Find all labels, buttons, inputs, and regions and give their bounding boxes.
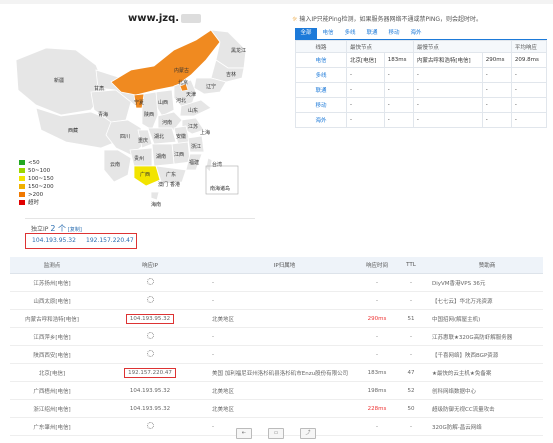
map-label-fujian: 福建 xyxy=(189,159,199,166)
legend-item: 50~100 xyxy=(19,167,54,175)
map-province-shaanxi[interactable] xyxy=(141,91,159,131)
map-label-qinghai: 青海 xyxy=(98,111,108,118)
top-strip xyxy=(0,0,553,4)
table-row: 北京[电信] 192.157.220.47 美国 加利福尼亚州洛杉矶县洛杉矶市E… xyxy=(10,363,543,382)
loading-icon xyxy=(146,422,154,429)
table-row: 陕西西安[电信] - - - 【千喜网络】陕西BGP资源 xyxy=(10,345,543,364)
info-icon: ☼ xyxy=(292,16,298,23)
map-label-neimenggu: 内蒙古 xyxy=(174,67,189,74)
tab-multiline[interactable]: 多线 xyxy=(339,28,361,39)
loading-icon xyxy=(146,296,154,303)
map-label-shanghai: 上海 xyxy=(200,129,210,136)
ip-link[interactable]: 192.157.220.47 xyxy=(86,237,134,244)
unique-ip-panel: 独立IP 2 个 [复制] 104.193.95.32 192.157.220.… xyxy=(25,218,255,249)
table-row: 江西萍乡[电信] - - - 江苏惠联★320G高防虾解服务器 xyxy=(10,327,543,346)
table-row: 山西太原[电信] - - - 【七七云】华北万兆资源 xyxy=(10,291,543,310)
table-row: 多线 -- -- - xyxy=(295,67,548,83)
sponsor-link[interactable]: 320G防解-昌云网络 xyxy=(426,417,543,436)
map-label-taiwan: 台湾 xyxy=(212,161,222,168)
map-label-xizang: 西藏 xyxy=(68,127,78,134)
isp-tabs: 全部 电信 多线 联通 移动 海外 xyxy=(295,28,547,40)
map-label-jilin: 吉林 xyxy=(226,71,236,78)
table-row: 内蒙古呼和浩特[电信] 104.193.95.32 北美地区 290ms 51 … xyxy=(10,309,543,328)
tab-telecom[interactable]: 电信 xyxy=(317,28,339,39)
map-label-aomen: 澳门 xyxy=(158,181,168,188)
legend-item: 100~150 xyxy=(19,175,54,183)
ip-link[interactable]: 104.193.95.32 xyxy=(94,381,206,400)
isp-summary-table: 线路 最快节点 最慢节点 平均响应 电信 北京[电信] 183ms 内蒙古呼和浩特… xyxy=(295,40,548,128)
map-label-shanxi: 山西 xyxy=(158,99,168,106)
map-label-heilongjiang: 黑龙江 xyxy=(231,47,246,54)
ping-notice: ☼ 输入IP只能Ping检测，如果服务器网络不通或禁PING，则会超时时。 xyxy=(292,16,482,23)
loading-icon xyxy=(146,332,154,339)
map-label-hunan: 湖南 xyxy=(156,153,166,160)
map-label-hubei: 湖北 xyxy=(154,133,164,140)
map-label-shandong: 山东 xyxy=(188,107,198,114)
map-label-ningxia: 宁夏 xyxy=(134,99,144,106)
table-row: 江苏扬州[电信] - - - DiyVM香港VPS 36元 xyxy=(10,273,543,292)
map-label-beijing: 北京 xyxy=(178,79,188,86)
table-row: 广西梧州[电信] 104.193.95.32 北美地区 198ms 52 创科网… xyxy=(10,381,543,400)
loading-icon xyxy=(146,350,154,357)
ip-link[interactable]: 104.193.95.32 xyxy=(125,313,175,324)
prev-icon[interactable]: ⇤ xyxy=(236,428,252,439)
legend-item: <50 xyxy=(19,159,54,167)
map-label-sichuan: 四川 xyxy=(120,134,130,140)
map-province-hainan[interactable] xyxy=(150,191,160,201)
legend-item: >200 xyxy=(19,191,54,199)
table-header-row: 监测点 响应IP IP归属地 响应时间 TTL 赞助商 xyxy=(10,257,543,274)
map-label-anhui: 安徽 xyxy=(176,133,186,140)
map-label-liaoning: 辽宁 xyxy=(206,83,216,90)
map-label-yunnan: 云南 xyxy=(110,161,120,168)
map-label-zhejiang: 浙江 xyxy=(191,143,201,150)
sponsor-link[interactable]: ★最快的云主机★免备案 xyxy=(426,363,543,382)
sponsor-link[interactable]: 江苏惠联★320G高防虾解服务器 xyxy=(426,327,543,346)
sponsor-link[interactable]: 【千喜网络】陕西BGP资源 xyxy=(426,345,543,364)
sponsor-link[interactable]: 超级防御无视CC流量攻击 xyxy=(426,399,543,418)
sponsor-link[interactable]: 中国招网(解屋主机) xyxy=(426,309,543,328)
loading-icon xyxy=(146,278,154,285)
ip-list-box: 104.193.95.32 192.157.220.47 xyxy=(25,233,137,249)
tab-mobile[interactable]: 移动 xyxy=(383,28,405,39)
sponsor-link[interactable]: 【七七云】华北万兆资源 xyxy=(426,291,543,310)
table-row: 电信 北京[电信] 183ms 内蒙古呼和浩特[电信] 290ms 209.8ms xyxy=(295,52,548,68)
map-label-hainan: 海南 xyxy=(151,201,161,208)
ip-link[interactable]: 104.193.95.32 xyxy=(32,237,76,244)
map-label-nanhai: 南海诸岛 xyxy=(210,185,230,192)
table-row: 移动 -- -- - xyxy=(295,97,548,113)
map-label-guangdong: 广东 xyxy=(166,171,176,178)
tab-overseas[interactable]: 海外 xyxy=(405,28,427,39)
map-label-gansu: 甘肃 xyxy=(94,85,104,92)
map-label-xianggang: 香港 xyxy=(170,181,180,188)
map-label-chongqing: 重庆 xyxy=(138,137,148,144)
map-label-hebei: 河北 xyxy=(176,97,186,104)
ip-link[interactable]: 104.193.95.32 xyxy=(94,399,206,418)
tab-all[interactable]: 全部 xyxy=(295,28,317,39)
share-icon[interactable]: ⤴ xyxy=(300,428,316,439)
ping-results-table: 监测点 响应IP IP归属地 响应时间 TTL 赞助商 江苏扬州[电信] - -… xyxy=(10,257,543,436)
legend-item: 150~200 xyxy=(19,183,54,191)
table-row: 浙江绍州[电信] 104.193.95.32 北美地区 228ms 50 超级防… xyxy=(10,399,543,418)
tab-unicom[interactable]: 联通 xyxy=(361,28,383,39)
sponsor-link[interactable]: DiyVM香港VPS 36元 xyxy=(426,273,543,292)
ip-link[interactable]: 192.157.220.47 xyxy=(124,367,176,378)
ping-results: 监测点 响应IP IP归属地 响应时间 TTL 赞助商 江苏扬州[电信] - -… xyxy=(10,257,543,436)
map-label-henan: 河南 xyxy=(162,119,172,126)
bottom-toolbar: ⇤ ▭ ⤴ xyxy=(236,428,332,439)
table-row: 海外 -- -- - xyxy=(295,112,548,128)
sponsor-link[interactable]: 创科网络数据中心 xyxy=(426,381,543,400)
table-header-row: 线路 最快节点 最慢节点 平均响应 xyxy=(295,40,548,53)
map-legend: <50 50~100 100~150 150~200 >200 超时 xyxy=(19,159,54,207)
map-label-guangxi: 广西 xyxy=(140,171,150,178)
map-label-tianjin: 天津 xyxy=(186,91,196,98)
window-icon[interactable]: ▭ xyxy=(268,428,284,439)
legend-item: 超时 xyxy=(19,199,54,207)
map-label-shaanxi: 陕西 xyxy=(144,111,154,118)
map-label-jiangxi: 江西 xyxy=(174,151,184,158)
map-label-xinjiang: 新疆 xyxy=(54,77,64,84)
table-row: 联通 -- -- - xyxy=(295,82,548,98)
map-label-guizhou: 贵州 xyxy=(134,155,144,162)
map-label-jiangsu: 江苏 xyxy=(188,123,198,130)
